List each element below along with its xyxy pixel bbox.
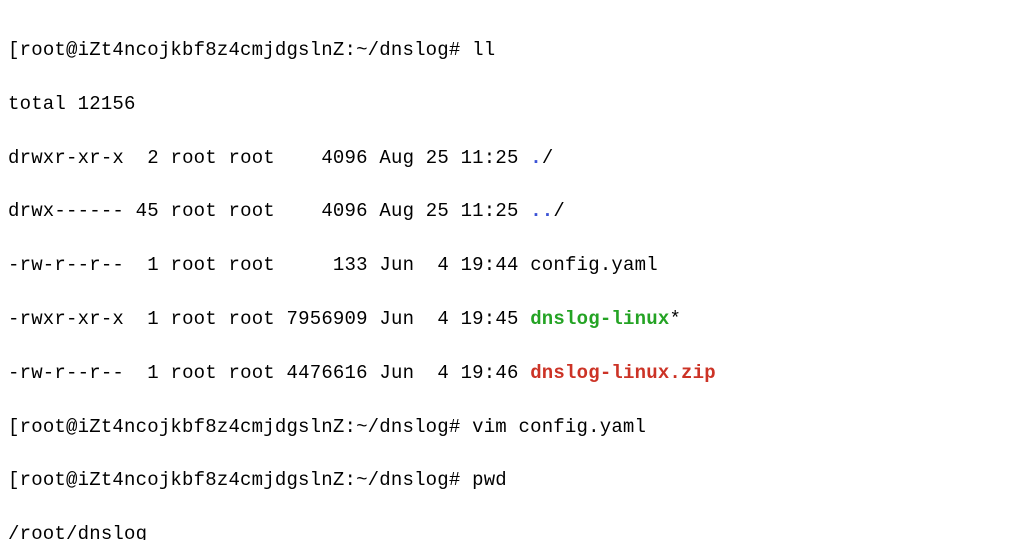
file-dnslog-linux: dnslog-linux [530, 308, 669, 330]
ll-row-1: drwx------ 45 root root 4096 Aug 25 11:2… [8, 198, 1018, 225]
prompt: root@iZt4ncojkbf8z4cmjdgslnZ:~/dnslog# [20, 39, 461, 61]
ll-row-2: -rw-r--r-- 1 root root 133 Jun 4 19:44 c… [8, 252, 1018, 279]
pwd-output: /root/dnslog [8, 521, 1018, 540]
cmd-line-pwd: [root@iZt4ncojkbf8z4cmjdgslnZ:~/dnslog# … [8, 467, 1018, 494]
dir-dotdot: .. [530, 200, 553, 222]
cmd-line-ll: [root@iZt4ncojkbf8z4cmjdgslnZ:~/dnslog# … [8, 37, 1018, 64]
command-pwd: pwd [472, 469, 507, 491]
prompt-bracket: [ [8, 39, 20, 61]
file-config-yaml: config.yaml [530, 254, 658, 276]
ll-row-4: -rw-r--r-- 1 root root 4476616 Jun 4 19:… [8, 360, 1018, 387]
ll-row-3: -rwxr-xr-x 1 root root 7956909 Jun 4 19:… [8, 306, 1018, 333]
ll-row-0: drwxr-xr-x 2 root root 4096 Aug 25 11:25… [8, 145, 1018, 172]
file-dnslog-linux-zip: dnslog-linux.zip [530, 362, 716, 384]
command-ll: ll [472, 39, 495, 61]
cmd-line-vim: [root@iZt4ncojkbf8z4cmjdgslnZ:~/dnslog# … [8, 414, 1018, 441]
ll-total: total 12156 [8, 91, 1018, 118]
command-vim: vim config.yaml [472, 416, 646, 438]
dir-dot: . [530, 147, 542, 169]
terminal[interactable]: [root@iZt4ncojkbf8z4cmjdgslnZ:~/dnslog# … [0, 0, 1026, 540]
